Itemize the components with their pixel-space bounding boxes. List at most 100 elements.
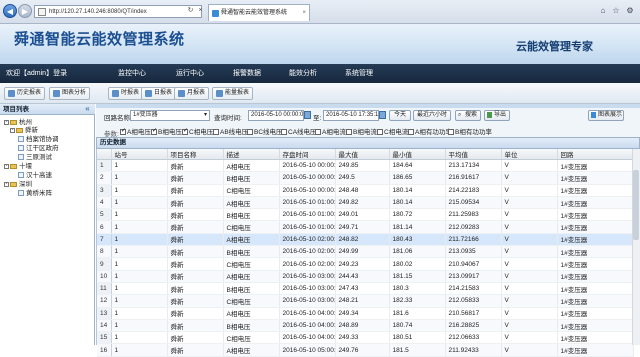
- column-header-min[interactable]: 最小值: [389, 149, 446, 160]
- chart-analysis-button[interactable]: 图表分析: [49, 87, 91, 100]
- table-row[interactable]: 41舜新A相电压2016-05-10 01:00:00249.82180.142…: [97, 196, 634, 210]
- param-ca-line-voltage[interactable]: CA线电压: [281, 126, 317, 136]
- param-a-active-power[interactable]: A相有功功率: [408, 126, 452, 136]
- address-bar[interactable]: http://120.27.140.246:8080/QT/index: [34, 5, 202, 18]
- checkbox[interactable]: [346, 129, 352, 136]
- menu-system-management[interactable]: 系统管理: [345, 68, 373, 78]
- checkbox-checked[interactable]: [182, 127, 188, 136]
- table-row[interactable]: 71舜新A相电压2016-05-10 02:00:00248.82180.432…: [97, 233, 634, 247]
- column-header-avg[interactable]: 平均值: [445, 149, 502, 160]
- column-header-project[interactable]: 项目名称: [167, 149, 224, 160]
- table-row[interactable]: 161舜新A相电压2016-05-10 05:00:00249.76181.52…: [97, 343, 634, 357]
- param-b-voltage[interactable]: B相电压: [151, 126, 182, 136]
- column-header-station[interactable]: 站号: [111, 149, 168, 160]
- param-c-current[interactable]: C相电流: [377, 126, 408, 136]
- table-row[interactable]: 51舜新B相电压2016-05-10 01:00:00249.01180.722…: [97, 208, 634, 222]
- tree-node-hanshi[interactable]: 汉十高速: [18, 172, 52, 180]
- loop-select[interactable]: 1#变压器 ▾: [130, 110, 210, 121]
- home-icon[interactable]: ⌂: [598, 5, 608, 16]
- collapse-icon[interactable]: -: [4, 163, 9, 169]
- checkbox[interactable]: [315, 129, 321, 136]
- last-six-hours-button[interactable]: 最近六小时: [413, 110, 451, 121]
- checkbox-checked[interactable]: [151, 127, 157, 136]
- export-button[interactable]: 导出: [484, 110, 510, 121]
- collapse-icon[interactable]: -: [10, 127, 15, 133]
- collapse-icon[interactable]: -: [4, 181, 9, 187]
- table-cell-avg: 212.06633: [445, 331, 502, 345]
- table-row[interactable]: 91舜新C相电压2016-05-10 02:00:00249.23180.022…: [97, 257, 634, 271]
- table-row[interactable]: 101舜新A相电压2016-05-10 03:00:00244.43181.15…: [97, 270, 634, 283]
- tree-node-archive[interactable]: 档案馆协调: [18, 136, 59, 144]
- search-button[interactable]: ⌕ 搜索: [455, 110, 481, 121]
- settings-gear-icon[interactable]: ⚙: [625, 5, 635, 16]
- calendar-icon[interactable]: [304, 111, 311, 119]
- menu-operation-center[interactable]: 运行中心: [176, 68, 204, 78]
- scrollbar-thumb[interactable]: [633, 170, 639, 240]
- param-b-active-power[interactable]: B相有功功率: [448, 126, 492, 136]
- checkbox[interactable]: [247, 129, 253, 136]
- table-cell-project: 舜新: [167, 282, 224, 296]
- param-c-voltage[interactable]: C相电压: [182, 126, 213, 136]
- param-a-current[interactable]: A相电流: [315, 126, 346, 136]
- calendar-icon[interactable]: [379, 111, 386, 119]
- refresh-icon[interactable]: ↻: [186, 6, 195, 16]
- param-b-current[interactable]: B相电流: [346, 126, 377, 136]
- table-cell-desc: C相电压: [223, 184, 280, 197]
- history-report-button[interactable]: 历史报表: [4, 87, 46, 100]
- energy-report-button[interactable]: 能量报表: [212, 87, 254, 100]
- tree-node-hangzhou[interactable]: - 杭州: [4, 119, 32, 127]
- tree-node-shiyan[interactable]: - 十堰: [4, 163, 32, 171]
- tree-node-huangqiao[interactable]: 黄桥米阵: [18, 190, 52, 198]
- checkbox[interactable]: [213, 129, 219, 136]
- table-row[interactable]: 111舜新B相电压2016-05-10 03:00:00247.43180.32…: [97, 282, 634, 296]
- table-row[interactable]: 151舜新C相电压2016-05-10 04:00:00249.33180.51…: [97, 331, 634, 345]
- start-time-input[interactable]: 2016-05-10 00:00:00: [248, 110, 304, 121]
- table-row[interactable]: 31舜新C相电压2016-05-10 00:00:00248.48180.142…: [97, 184, 634, 197]
- table-cell-desc: A相电压: [223, 233, 280, 247]
- column-header-description[interactable]: 描述: [223, 149, 280, 160]
- menu-monitor-center[interactable]: 监控中心: [118, 68, 146, 78]
- param-ab-line-voltage[interactable]: AB线电压: [213, 126, 248, 136]
- column-header-loop[interactable]: 回路: [557, 149, 634, 160]
- menu-energy-analysis[interactable]: 能效分析: [289, 68, 317, 78]
- stop-icon[interactable]: ×: [196, 6, 205, 16]
- table-row[interactable]: 131舜新A相电压2016-05-10 04:00:00249.34181.62…: [97, 307, 634, 320]
- checkbox[interactable]: [377, 129, 383, 136]
- table-row[interactable]: 61舜新C相电压2016-05-10 01:00:00249.71181.142…: [97, 220, 634, 234]
- param-bc-line-voltage[interactable]: BC线电压: [247, 126, 283, 136]
- tree-node-shuntong[interactable]: - 舜新: [10, 127, 38, 135]
- tree-node-shenzhen[interactable]: - 深圳: [4, 181, 32, 189]
- close-tab-icon[interactable]: ×: [302, 5, 306, 21]
- table-row[interactable]: 21舜新B相电压2016-05-10 00:00:00249.5186.6521…: [97, 171, 634, 185]
- column-header-unit[interactable]: 单位: [501, 149, 558, 160]
- table-row[interactable]: 121舜新C相电压2016-05-10 03:00:00248.21182.33…: [97, 294, 634, 308]
- table-row[interactable]: 141舜新B相电压2016-05-10 04:00:00248.89180.74…: [97, 319, 634, 333]
- end-time-input[interactable]: 2016-05-10 17:35:18: [323, 110, 379, 121]
- back-button[interactable]: ◀: [3, 4, 17, 18]
- table-row[interactable]: 11舜新A相电压2016-05-10 00:00:00249.85184.642…: [97, 159, 634, 173]
- param-a-voltage[interactable]: A相电压: [120, 126, 151, 136]
- forward-button[interactable]: ▶: [18, 4, 32, 18]
- browser-tab[interactable]: 舜通智能云能效管理系统 ×: [208, 4, 310, 21]
- column-header-max[interactable]: 最大值: [335, 149, 390, 160]
- menu-alarm-data[interactable]: 报警数据: [233, 68, 261, 78]
- chart-display-button[interactable]: 图表展示: [588, 110, 624, 121]
- tree-node-sanyuan[interactable]: 三原测试: [18, 154, 52, 162]
- daily-report-button[interactable]: 日报表: [141, 87, 177, 100]
- checkbox[interactable]: [281, 129, 287, 136]
- collapse-icon[interactable]: -: [4, 119, 9, 125]
- column-header-save-time[interactable]: 存盘时间: [279, 149, 336, 160]
- today-button[interactable]: 今天: [389, 110, 411, 121]
- tree-node-jianggan[interactable]: 江干区政府: [18, 145, 59, 153]
- monthly-report-button[interactable]: 月报表: [174, 87, 210, 100]
- favorites-star-icon[interactable]: ☆: [611, 5, 621, 16]
- checkbox[interactable]: [448, 129, 454, 136]
- table-cell-loop: 1#变压器: [557, 233, 634, 247]
- table-cell-min: 180.72: [389, 208, 446, 222]
- double-chevron-left-icon[interactable]: «: [82, 104, 93, 115]
- checkbox[interactable]: [408, 129, 414, 136]
- table-row[interactable]: 81舜新B相电压2016-05-10 02:00:00249.99181.062…: [97, 245, 634, 259]
- checkbox-checked[interactable]: [120, 127, 126, 136]
- hourly-report-button[interactable]: 时报表: [108, 87, 144, 100]
- table-cell-project: 舜新: [167, 159, 224, 173]
